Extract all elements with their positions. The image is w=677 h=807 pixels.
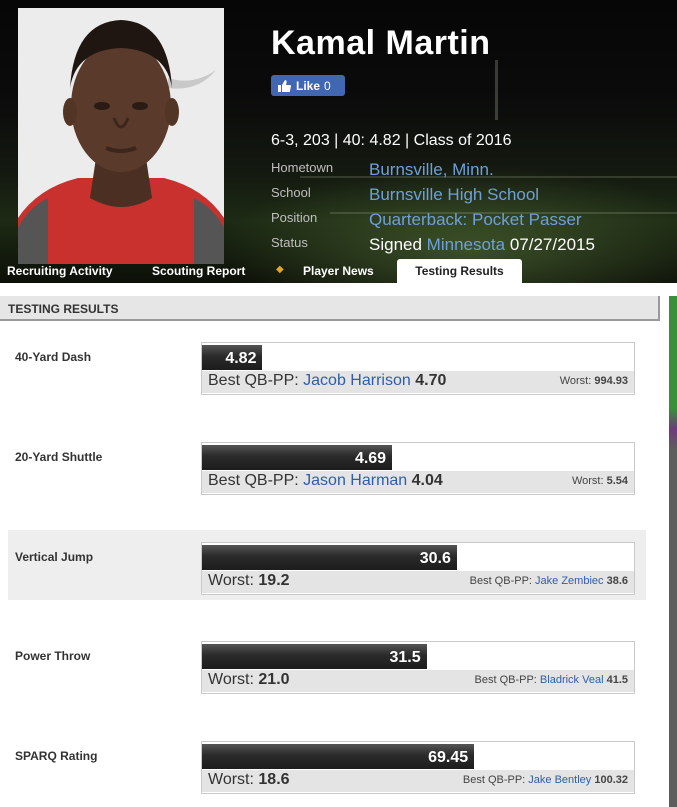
meter-track: 4.69 [202, 443, 634, 470]
result-meter: 4.69 Best QB-PP: Jason Harman 4.04 Worst… [201, 442, 635, 495]
comparison-primary-prefix: Worst: [208, 572, 254, 589]
like-label: Like [296, 78, 321, 93]
comparison-secondary-value: 41.5 [606, 674, 628, 686]
player-photo [18, 8, 224, 264]
comparison-primary: Worst: 18.6 [208, 771, 290, 789]
comparison-secondary: Worst: 994.93 [560, 375, 628, 387]
comparison-primary-player-link[interactable]: Jason Harman [303, 472, 407, 489]
testing-results-header: TESTING RESULTS [0, 296, 660, 321]
result-label: SPARQ Rating [15, 749, 98, 763]
meter-fill: 69.45 [202, 744, 475, 769]
player-vitals: 6-3, 203 | 40: 4.82 | Class of 2016 [271, 132, 512, 149]
tab-separator-icon: ◆ [276, 264, 284, 275]
meter-fill: 4.82 [202, 345, 263, 370]
comparison-secondary-prefix: Best QB-PP: [469, 575, 532, 587]
comparison-secondary-value: 100.32 [594, 774, 628, 786]
meter-track: 31.5 [202, 642, 634, 669]
tab-testing-results[interactable]: Testing Results [397, 259, 522, 283]
result-value: 31.5 [389, 649, 421, 666]
status-value: Signed Minnesota 07/27/2015 [369, 235, 595, 255]
comparison-primary-prefix: Worst: [208, 671, 254, 688]
facebook-like-button[interactable]: Like 0 [271, 75, 345, 96]
comparison-secondary-player-link[interactable]: Jake Zembiec [535, 575, 603, 587]
comparison-secondary-prefix: Worst: [559, 375, 592, 387]
comparison-secondary-prefix: Worst: [571, 475, 604, 487]
comparison-secondary-value: 5.54 [606, 475, 628, 487]
comparison-secondary-prefix: Best QB-PP: [462, 774, 526, 786]
tab-player-news[interactable]: Player News [303, 259, 374, 283]
comparison-primary-value: 19.2 [258, 572, 290, 589]
player-header: Kamal Martin Like 0 6-3, 203 | 40: 4.82 … [0, 0, 677, 283]
comparison-secondary-value: 38.6 [606, 575, 628, 587]
meter-fill: 4.69 [202, 445, 393, 470]
comparison-secondary: Best QB-PP: Jake Zembiec 38.6 [470, 575, 628, 587]
comparison-secondary: Best QB-PP: Bladrick Veal 41.5 [475, 674, 629, 686]
school-link[interactable]: Burnsville High School [369, 185, 539, 205]
comparison-secondary: Worst: 5.54 [572, 475, 628, 487]
result-label: Vertical Jump [15, 550, 94, 564]
school-label: School [271, 185, 311, 200]
status-date: 07/27/2015 [509, 235, 595, 254]
section-title: TESTING RESULTS [8, 302, 119, 316]
thumbs-up-icon [278, 79, 291, 92]
comparison-secondary-prefix: Best QB-PP: [474, 674, 537, 686]
result-value: 4.82 [225, 350, 257, 367]
meter-track: 4.82 [202, 343, 634, 370]
sidebar-edge [669, 296, 677, 807]
meter-comparison: Worst: 21.0 Best QB-PP: Bladrick Veal 41… [202, 670, 634, 692]
result-label: Power Throw [15, 649, 91, 663]
position-label: Position [271, 210, 318, 225]
hometown-link[interactable]: Burnsville, Minn. [369, 160, 494, 180]
meter-track: 30.6 [202, 543, 634, 570]
comparison-primary-player-link[interactable]: Jacob Harrison [303, 372, 411, 389]
result-meter: 69.45 Worst: 18.6 Best QB-PP: Jake Bentl… [201, 741, 635, 794]
meter-track: 69.45 [202, 742, 634, 769]
result-value: 30.6 [419, 550, 451, 567]
result-label: 20-Yard Shuttle [15, 450, 103, 464]
meter-comparison: Worst: 18.6 Best QB-PP: Jake Bentley 100… [202, 770, 634, 792]
result-value: 69.45 [428, 749, 469, 766]
comparison-secondary-player-link[interactable]: Bladrick Veal [540, 674, 604, 686]
hometown-label: Hometown [271, 160, 334, 175]
status-team-link[interactable]: Minnesota [427, 235, 505, 254]
result-meter: 4.82 Best QB-PP: Jacob Harrison 4.70 Wor… [201, 342, 635, 395]
result-row-20-yard-shuttle: 20-Yard Shuttle 4.69 Best QB-PP: Jason H… [8, 430, 646, 500]
meter-comparison: Best QB-PP: Jacob Harrison 4.70 Worst: 9… [202, 371, 634, 393]
profile-tabs: Recruiting Activity Scouting Report ◆ Pl… [0, 259, 677, 283]
status-prefix: Signed [369, 235, 422, 254]
meter-fill: 31.5 [202, 644, 427, 669]
result-label: 40-Yard Dash [15, 350, 92, 364]
tab-scouting-report[interactable]: Scouting Report [152, 259, 245, 283]
comparison-primary-prefix: Best QB-PP: [208, 472, 299, 489]
meter-fill: 30.6 [202, 545, 457, 570]
result-meter: 30.6 Worst: 19.2 Best QB-PP: Jake Zembie… [201, 542, 635, 595]
meter-comparison: Worst: 19.2 Best QB-PP: Jake Zembiec 38.… [202, 571, 634, 593]
meter-comparison: Best QB-PP: Jason Harman 4.04 Worst: 5.5… [202, 471, 634, 493]
result-row-vertical-jump: Vertical Jump 30.6 Worst: 19.2 Best QB-P… [8, 530, 646, 600]
comparison-secondary-player-link[interactable]: Jake Bentley [528, 774, 591, 786]
result-value: 4.69 [354, 450, 387, 467]
comparison-primary-value: 18.6 [258, 771, 290, 788]
like-count: 0 [324, 78, 331, 93]
result-row-power-throw: Power Throw 31.5 Worst: 21.0 Best QB-PP:… [8, 629, 646, 699]
tab-recruiting-activity[interactable]: Recruiting Activity [7, 259, 113, 283]
player-name: Kamal Martin [271, 24, 491, 62]
comparison-primary: Best QB-PP: Jacob Harrison 4.70 [208, 372, 446, 390]
result-meter: 31.5 Worst: 21.0 Best QB-PP: Bladrick Ve… [201, 641, 635, 694]
comparison-primary-value: 4.04 [411, 472, 443, 489]
position-link[interactable]: Quarterback: Pocket Passer [369, 210, 582, 230]
comparison-primary-value: 21.0 [258, 671, 290, 688]
comparison-primary: Worst: 21.0 [208, 671, 290, 689]
comparison-primary: Best QB-PP: Jason Harman 4.04 [208, 472, 443, 490]
comparison-primary-prefix: Best QB-PP: [208, 372, 299, 389]
status-label: Status [271, 235, 308, 250]
comparison-primary-prefix: Worst: [208, 771, 254, 788]
comparison-secondary: Best QB-PP: Jake Bentley 100.32 [463, 774, 628, 786]
comparison-primary-value: 4.70 [415, 372, 447, 389]
comparison-secondary-value: 994.93 [594, 375, 628, 387]
result-row-sparq-rating: SPARQ Rating 69.45 Worst: 18.6 Best QB-P… [8, 729, 646, 799]
result-row-40-yard-dash: 40-Yard Dash 4.82 Best QB-PP: Jacob Harr… [8, 330, 646, 400]
comparison-primary: Worst: 19.2 [208, 572, 290, 590]
goal-post [495, 60, 498, 120]
